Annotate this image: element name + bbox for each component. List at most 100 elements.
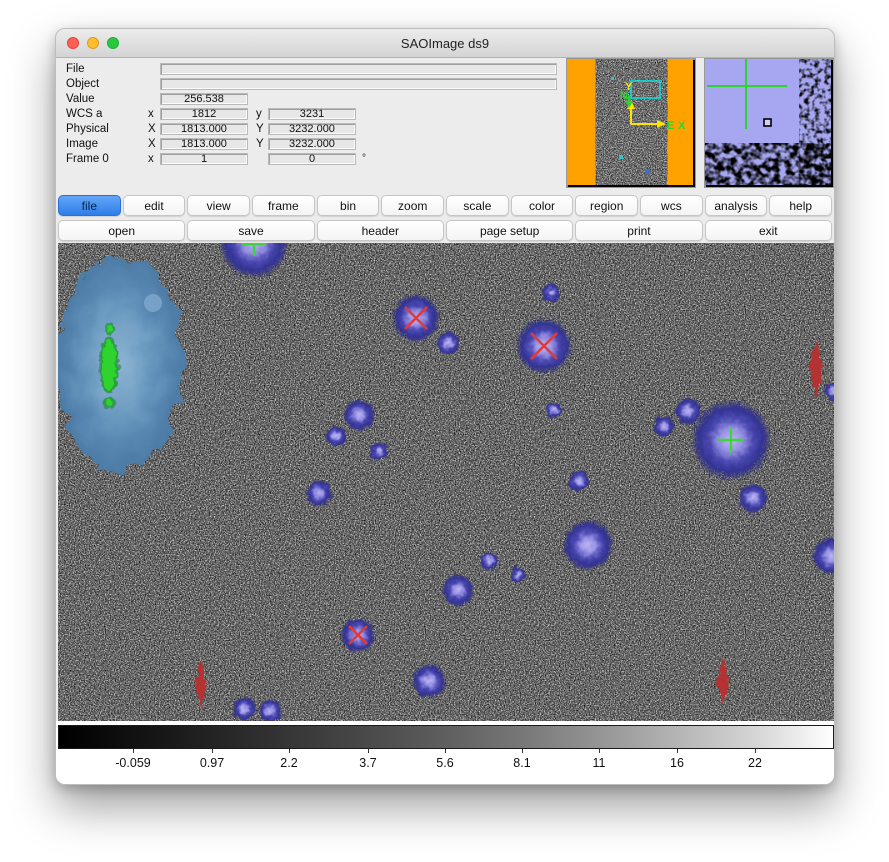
- menu-button-open[interactable]: open: [58, 220, 185, 241]
- star: [306, 480, 333, 507]
- menu-button-print[interactable]: print: [575, 220, 702, 241]
- star: [370, 442, 389, 461]
- colorbar[interactable]: [58, 725, 834, 749]
- star: [442, 574, 474, 606]
- colorbar-tick-label: 5.6: [436, 756, 453, 770]
- star: [325, 425, 347, 447]
- frame-row: Frame 0 x 1 0 °: [66, 151, 557, 166]
- magnifier-cursor-pixel: [764, 119, 771, 126]
- maximize-button[interactable]: [107, 37, 119, 49]
- file-field[interactable]: [160, 63, 557, 75]
- star: [510, 567, 526, 583]
- magnifier[interactable]: [704, 58, 834, 188]
- close-button[interactable]: [67, 37, 79, 49]
- colorbar-tick-label: -0.059: [115, 756, 150, 770]
- file-row: File: [66, 61, 557, 76]
- physical-label: Physical: [66, 123, 148, 135]
- object-row: Object: [66, 76, 557, 91]
- value-row: Value 256.538: [66, 91, 557, 106]
- menu-button-help[interactable]: help: [769, 195, 832, 216]
- physical-row: Physical X 1813.000 Y 3232.000: [66, 121, 557, 136]
- menu-button-analysis[interactable]: analysis: [705, 195, 768, 216]
- star: [546, 402, 562, 418]
- frame-x-label: x: [148, 153, 160, 165]
- magnifier-pixel-noise-right: [799, 59, 831, 185]
- star: [343, 399, 375, 431]
- menu-button-wcs[interactable]: wcs: [640, 195, 703, 216]
- colorbar-tick: [599, 749, 600, 753]
- colorbar-tick-label: 11: [593, 756, 606, 770]
- frame-zoom-field[interactable]: 1: [160, 153, 248, 165]
- colorbar-tick: [522, 749, 523, 753]
- colorbar-tick: [212, 749, 213, 753]
- star: [738, 483, 768, 513]
- image-label: Image: [66, 138, 148, 150]
- image-y-label: Y: [256, 138, 268, 150]
- menu-button-zoom[interactable]: zoom: [381, 195, 444, 216]
- colorbar-tick-label: 2.2: [280, 756, 297, 770]
- star: [568, 470, 590, 492]
- wcs-y-field[interactable]: 3231: [268, 108, 356, 120]
- object-field[interactable]: [160, 78, 557, 90]
- star: [232, 697, 256, 721]
- colorbar-tick-label: 22: [748, 756, 762, 770]
- colorbar-tick: [677, 749, 678, 753]
- panner-x-label: X: [678, 120, 686, 132]
- image-x-field[interactable]: 1813.000: [160, 138, 248, 150]
- physical-x-label: X: [148, 123, 160, 135]
- frame-label: Frame 0: [66, 153, 148, 165]
- menu-button-scale[interactable]: scale: [446, 195, 509, 216]
- value-field[interactable]: 256.538: [160, 93, 248, 105]
- menu-bar: fileeditviewframebinzoomscalecolorregion…: [56, 193, 834, 218]
- colorbar-tick: [133, 749, 134, 753]
- star: [436, 331, 460, 355]
- colorbar-tick-label: 3.7: [359, 756, 376, 770]
- colorbar-tick: [755, 749, 756, 753]
- window-title: SAOImage ds9: [401, 36, 489, 51]
- menu-button-color[interactable]: color: [511, 195, 574, 216]
- image-y-field[interactable]: 3232.000: [268, 138, 356, 150]
- physical-x-field[interactable]: 1813.000: [160, 123, 248, 135]
- info-panel: File Object Value 256.538 WCS a x 1812 y: [56, 58, 834, 193]
- ds9-window: SAOImage ds9 File Object Value 256.538 W…: [55, 28, 835, 785]
- star: [542, 284, 561, 303]
- wcs-x-label: x: [148, 108, 160, 120]
- coordinate-readout: File Object Value 256.538 WCS a x 1812 y: [66, 61, 557, 166]
- colorbar-tick: [289, 749, 290, 753]
- menu-button-save[interactable]: save: [187, 220, 314, 241]
- file-label: File: [66, 63, 148, 75]
- image-canvas[interactable]: [58, 243, 834, 721]
- wcs-y-label: y: [256, 108, 268, 120]
- minimize-button[interactable]: [87, 37, 99, 49]
- titlebar[interactable]: SAOImage ds9: [56, 29, 834, 58]
- wcs-x-field[interactable]: 1812: [160, 108, 248, 120]
- menu-button-header[interactable]: header: [317, 220, 444, 241]
- colorbar-tick: [445, 749, 446, 753]
- menu-button-exit[interactable]: exit: [705, 220, 832, 241]
- physical-y-label: Y: [256, 123, 268, 135]
- star: [562, 519, 613, 570]
- saturated-galaxy-blob: [58, 256, 183, 470]
- frame-rotate-field[interactable]: 0: [268, 153, 356, 165]
- menu-button-page-setup[interactable]: page setup: [446, 220, 573, 241]
- panner-n-label: N: [620, 90, 628, 102]
- physical-y-field[interactable]: 3232.000: [268, 123, 356, 135]
- wcs-row: WCS a x 1812 y 3231: [66, 106, 557, 121]
- menu-button-region[interactable]: region: [575, 195, 638, 216]
- menu-button-file[interactable]: file: [58, 195, 121, 216]
- colorbar-labels: -0.0590.972.23.75.68.1111622: [58, 754, 834, 770]
- object-label: Object: [66, 78, 148, 90]
- star: [411, 663, 446, 698]
- menu-button-view[interactable]: view: [187, 195, 250, 216]
- file-submenu-bar: opensaveheaderpage setupprintexit: [56, 218, 834, 243]
- panner-e-label: E: [667, 120, 674, 132]
- colorbar-strip: -0.0590.972.23.75.68.1111622: [56, 721, 834, 785]
- menu-button-edit[interactable]: edit: [123, 195, 186, 216]
- colorbar-tick-label: 8.1: [513, 756, 530, 770]
- star: [653, 415, 675, 437]
- value-label: Value: [66, 93, 148, 105]
- menu-button-bin[interactable]: bin: [317, 195, 380, 216]
- image-x-label: X: [148, 138, 160, 150]
- menu-button-frame[interactable]: frame: [252, 195, 315, 216]
- panner[interactable]: Y N E X: [566, 58, 696, 188]
